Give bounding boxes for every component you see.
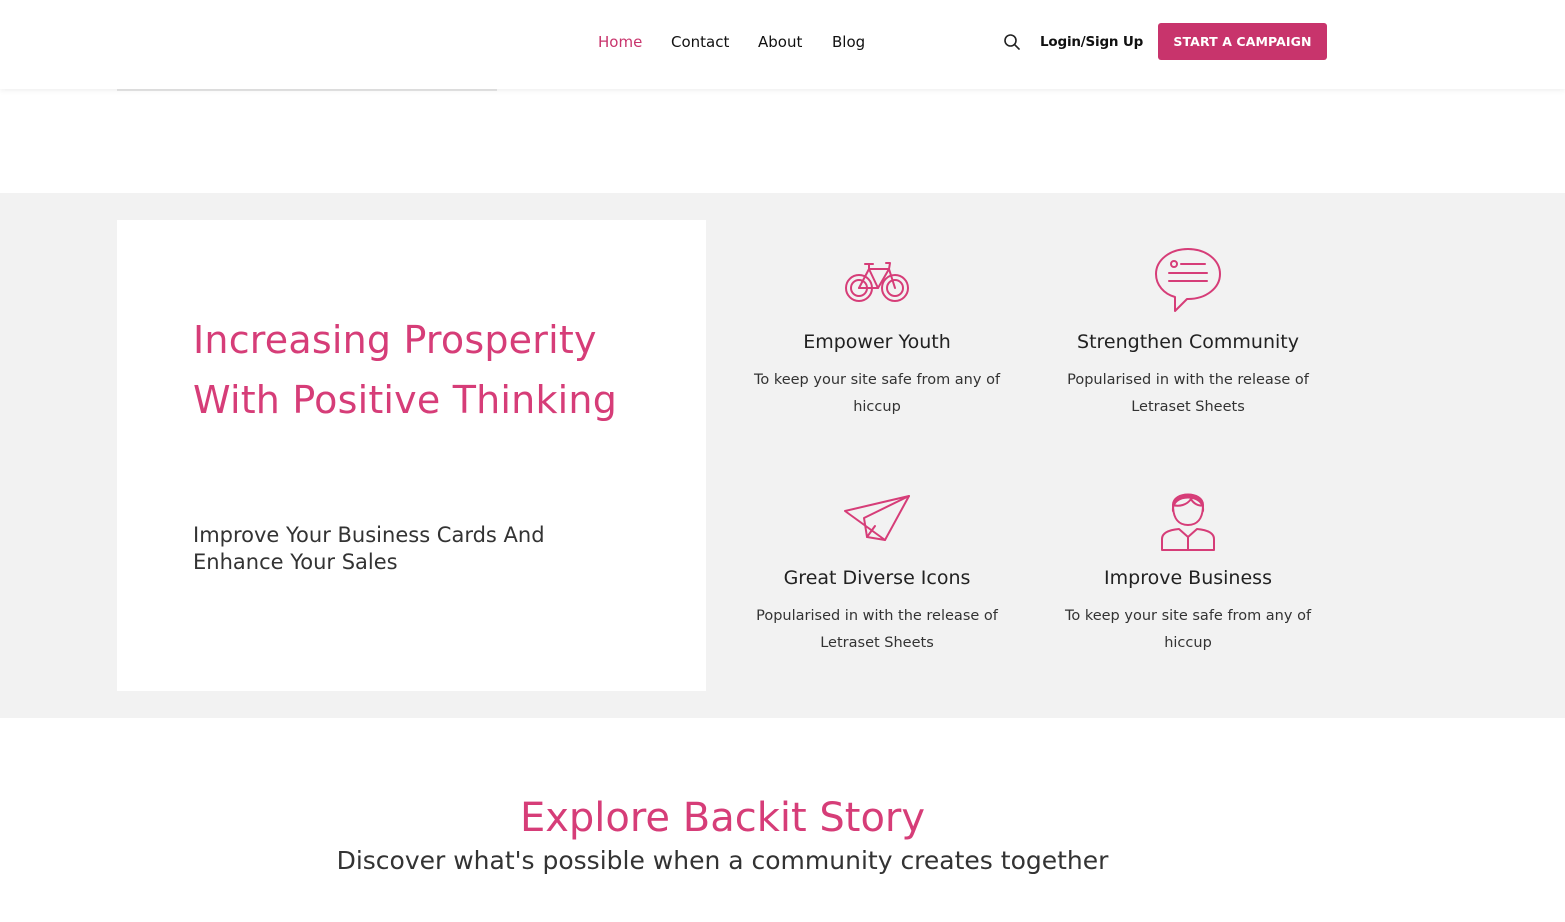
intro-card: Increasing Prosperity With Positive Thin… — [117, 220, 706, 691]
nav-about[interactable]: About — [758, 31, 802, 53]
feature-title: Great Diverse Icons — [783, 567, 971, 589]
intro-subtitle: Improve Your Business Cards And Enhance … — [193, 523, 545, 574]
chat-bubble-icon — [1155, 248, 1221, 312]
start-campaign-button[interactable]: START A CAMPAIGN — [1158, 23, 1327, 60]
story-subtitle: Discover what's possible when a communit… — [336, 846, 1109, 875]
nav-contact[interactable]: Contact — [671, 31, 729, 53]
site-header: Home Contact About Blog Login/Sign Up ST… — [0, 0, 1565, 89]
feature-description: Popularised in with the release of Letra… — [756, 608, 998, 651]
nav-blog[interactable]: Blog — [832, 31, 865, 53]
feature-title: Strengthen Community — [1077, 331, 1299, 353]
features-section: Increasing Prosperity With Positive Thin… — [0, 193, 1565, 718]
feature-great-diverse-icons: Great Diverse Icons Popularised in with … — [732, 481, 1022, 657]
feature-empower-youth: Empower Youth To keep your site safe fro… — [732, 245, 1022, 421]
story-title: Explore Backit Story — [519, 795, 926, 841]
feature-description: To keep your site safe from any of hiccu… — [1064, 608, 1312, 651]
feature-strengthen-community: Strengthen Community Popularised in with… — [1043, 245, 1333, 421]
feature-description: To keep your site safe from any of hiccu… — [753, 372, 1001, 415]
login-signup-link[interactable]: Login/Sign Up — [1040, 32, 1143, 52]
feature-title: Improve Business — [1104, 567, 1272, 589]
bicycle-icon — [845, 262, 909, 302]
header-divider — [117, 89, 497, 91]
nav-home[interactable]: Home — [598, 31, 642, 53]
intro-title: Increasing Prosperity With Positive Thin… — [193, 318, 618, 422]
feature-improve-business: Improve Business To keep your site safe … — [1043, 481, 1333, 657]
feature-title: Empower Youth — [803, 331, 951, 353]
feature-description: Popularised in with the release of Letra… — [1067, 372, 1309, 415]
person-icon — [1161, 493, 1215, 551]
search-icon[interactable] — [1003, 33, 1021, 51]
paper-plane-icon — [844, 495, 910, 541]
